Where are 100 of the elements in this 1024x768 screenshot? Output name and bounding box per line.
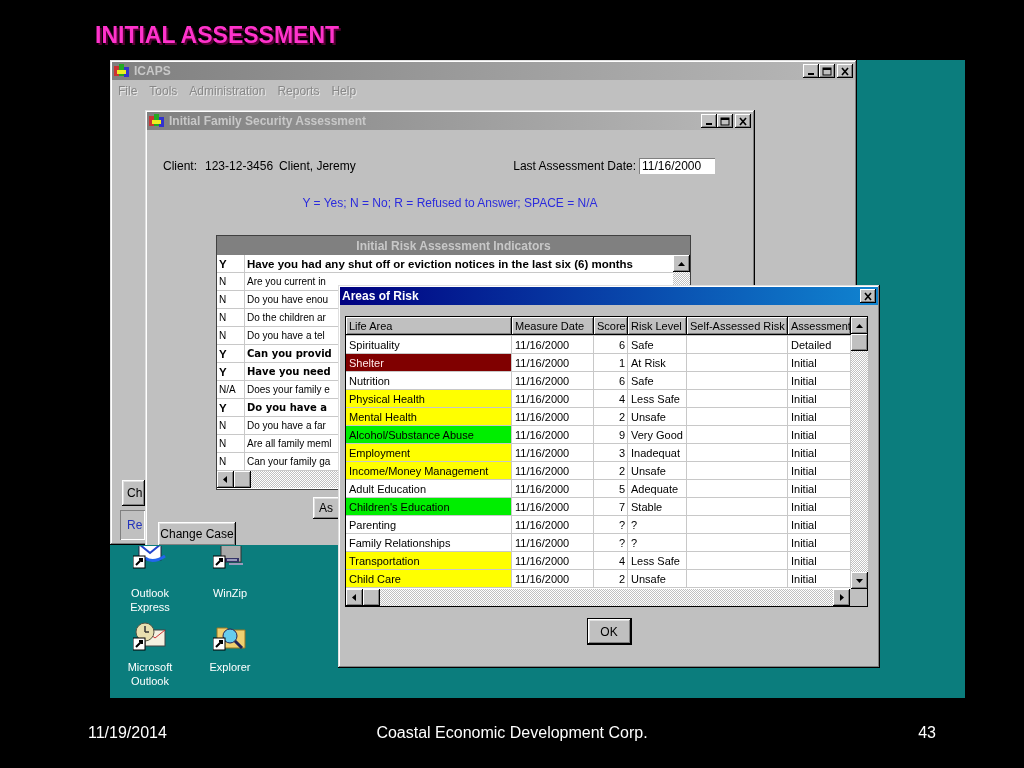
table-cell: Parenting <box>346 516 512 533</box>
table-cell: Less Safe <box>628 552 687 569</box>
legend-text: Y = Yes; N = No; R = Refused to Answer; SPACE = N/A <box>301 196 599 210</box>
answer-cell[interactable]: N <box>217 453 245 470</box>
table-cell: 11/16/2000 <box>512 570 594 587</box>
table-cell: 11/16/2000 <box>512 336 594 353</box>
window-title: Areas of Risk <box>342 289 420 303</box>
close-icon <box>840 66 850 76</box>
scroll-down-button[interactable] <box>851 572 868 589</box>
icon-label[interactable]: Outlook Express <box>110 586 190 614</box>
table-cell: Adequate <box>628 480 687 497</box>
table-cell: Unsafe <box>628 570 687 587</box>
question-text: Have you had any shut off or eviction notices in the last six (6) months <box>247 257 633 270</box>
minimize-icon <box>706 123 712 125</box>
horizontal-scrollbar[interactable] <box>346 589 867 606</box>
table-cell: Inadequat <box>628 444 687 461</box>
table-cell: 6 <box>594 336 628 353</box>
app-icon <box>114 64 130 78</box>
column-header[interactable]: Measure Date <box>512 317 594 335</box>
table-cell: Children's Education <box>346 498 512 515</box>
table-cell: Alcohol/Substance Abuse <box>346 426 512 443</box>
question-text: Can you provid <box>247 348 332 359</box>
down-arrow-icon <box>856 577 863 584</box>
table-cell: 11/16/2000 <box>512 354 594 371</box>
table-cell: 4 <box>594 390 628 407</box>
date-field[interactable]: 11/16/2000 <box>639 158 715 174</box>
window-title: ICAPS <box>134 64 172 78</box>
table-cell: Spirituality <box>346 336 512 353</box>
app-icon <box>149 114 165 128</box>
close-button[interactable] <box>860 289 876 303</box>
scroll-left-button[interactable] <box>217 471 234 488</box>
table-cell: 2 <box>594 408 628 425</box>
table-cell: 7 <box>594 498 628 515</box>
icon-label[interactable]: Microsoft Outlook <box>110 660 190 688</box>
answer-cell[interactable]: Y <box>217 363 245 380</box>
column-header[interactable]: Life Area <box>346 317 512 335</box>
question-text: Can your family ga <box>247 456 331 467</box>
scroll-thumb[interactable] <box>363 589 380 606</box>
minimize-icon <box>808 73 814 75</box>
table-cell: 11/16/2000 <box>512 444 594 461</box>
table-cell: Adult Education <box>346 480 512 497</box>
answer-cell[interactable]: N <box>217 291 245 308</box>
table-cell: ? <box>594 516 628 533</box>
scroll-thumb[interactable] <box>234 471 251 488</box>
grid-title: Initial Risk Assessment Indicators <box>217 236 690 255</box>
column-header[interactable]: Score <box>594 317 628 335</box>
question-text: Do you have a tel <box>247 330 325 341</box>
icon-label[interactable]: Explorer <box>209 660 251 674</box>
answer-cell[interactable]: N <box>217 417 245 434</box>
column-header[interactable]: Assessment <box>788 317 851 335</box>
column-header[interactable]: Self-Assessed Risk <box>687 317 788 335</box>
table-cell: 1 <box>594 354 628 371</box>
page-number: 43 <box>917 724 936 742</box>
client-name: Client, Jeremy <box>279 159 357 173</box>
table-cell: 11/16/2000 <box>512 480 594 497</box>
side-label: Re <box>127 518 143 532</box>
answer-cell[interactable]: N <box>217 435 245 452</box>
table-cell: 11/16/2000 <box>512 516 594 533</box>
table-cell: Nutrition <box>346 372 512 389</box>
answer-cell[interactable]: N/A <box>217 381 245 398</box>
column-header[interactable]: Risk Level <box>628 317 687 335</box>
table-cell: 2 <box>594 570 628 587</box>
up-arrow-icon <box>678 260 685 267</box>
scroll-right-button[interactable] <box>833 589 850 606</box>
table-cell: Stable <box>628 498 687 515</box>
answer-cell[interactable]: Y <box>217 255 245 272</box>
answer-cell[interactable]: N <box>217 309 245 326</box>
question-text: Does your family e <box>247 384 330 395</box>
footer-date: 11/19/2014 <box>88 724 168 742</box>
client-label: Client: <box>163 159 197 173</box>
answer-cell[interactable]: Y <box>217 345 245 362</box>
ok-button[interactable]: OK <box>587 619 631 644</box>
scroll-left-button[interactable] <box>346 589 363 606</box>
table-cell: Family Relationships <box>346 534 512 551</box>
icon-label[interactable]: WinZip <box>212 586 248 600</box>
side-button[interactable]: Ch <box>122 480 145 506</box>
table-cell: Child Care <box>346 570 512 587</box>
clock-envelope-icon[interactable] <box>133 620 167 654</box>
footer-organization: Coastal Economic Development Corp. <box>376 724 648 742</box>
table-cell: Mental Health <box>346 408 512 425</box>
answer-cell[interactable]: N <box>217 327 245 344</box>
table-cell: Income/Money Management <box>346 462 512 479</box>
table-cell: 9 <box>594 426 628 443</box>
change-case-button[interactable]: Change Case <box>158 522 236 545</box>
left-arrow-icon <box>222 476 229 483</box>
scroll-up-button[interactable] <box>851 317 868 334</box>
question-text: Do you have a <box>247 402 328 413</box>
answer-cell[interactable]: N <box>217 273 245 290</box>
question-text: Do the children ar <box>247 312 326 323</box>
scroll-up-button[interactable] <box>673 255 690 272</box>
table-cell: ? <box>628 534 687 551</box>
question-text: Do you have a far <box>247 420 326 431</box>
table-cell: 11/16/2000 <box>512 552 594 569</box>
table-cell: Unsafe <box>628 462 687 479</box>
window-title: Initial Family Security Assessment <box>169 114 367 128</box>
maximize-icon <box>822 66 832 76</box>
table-cell: Less Safe <box>628 390 687 407</box>
vertical-scrollbar[interactable] <box>851 317 868 589</box>
answer-cell[interactable]: Y <box>217 399 245 416</box>
scroll-thumb[interactable] <box>851 334 868 351</box>
